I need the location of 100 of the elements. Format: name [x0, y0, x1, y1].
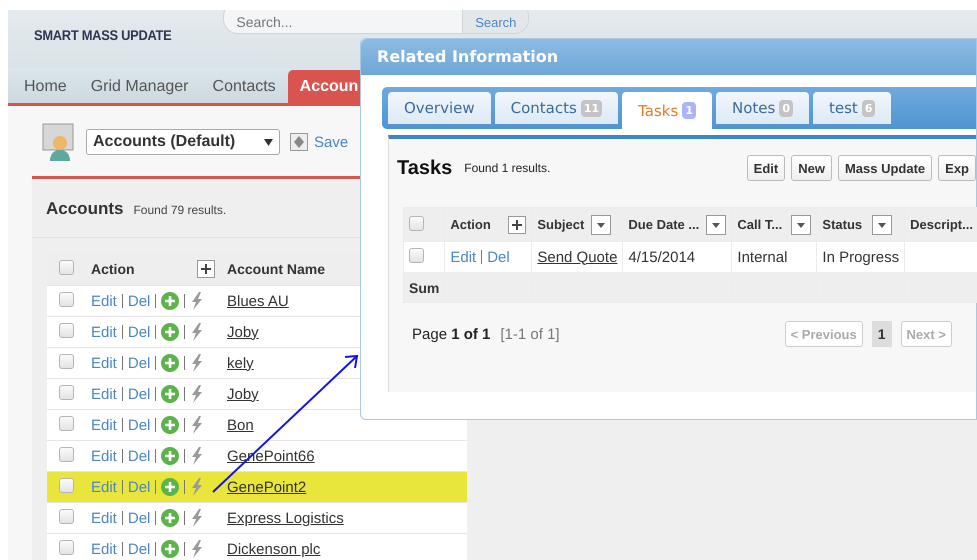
- add-icon[interactable]: [161, 509, 180, 527]
- nav-tab[interactable]: Contacts: [200, 70, 288, 103]
- checkbox[interactable]: [58, 322, 74, 338]
- lightning-icon[interactable]: [190, 478, 202, 496]
- edit-link[interactable]: Edit: [91, 448, 117, 464]
- tab[interactable]: test 6: [812, 92, 892, 124]
- table-row[interactable]: Edit Del Express Logistics: [47, 502, 467, 534]
- checkbox[interactable]: [58, 446, 74, 462]
- table-row[interactable]: Edit Del GenePoint2: [47, 472, 467, 502]
- lightning-icon[interactable]: [190, 509, 202, 527]
- lightning-icon[interactable]: [190, 416, 202, 434]
- column-header: Call T...: [737, 217, 782, 232]
- delete-link[interactable]: Del: [128, 416, 150, 434]
- dropdown-icon[interactable]: [791, 214, 812, 234]
- add-icon[interactable]: [161, 416, 180, 434]
- dropdown-icon[interactable]: [872, 214, 892, 234]
- checkbox[interactable]: [58, 384, 74, 400]
- edit-link[interactable]: Edit: [91, 324, 117, 340]
- toolbar-button[interactable]: Mass Update: [838, 155, 932, 181]
- column-header: Action: [450, 217, 491, 232]
- list-view-dropdown[interactable]: Accounts (Default): [86, 129, 280, 155]
- edit-link[interactable]: Edit: [91, 540, 117, 558]
- add-icon[interactable]: [161, 292, 180, 310]
- lightning-icon[interactable]: [190, 292, 202, 310]
- add-icon[interactable]: [161, 478, 180, 496]
- column-header: Due Date ...: [628, 217, 700, 232]
- delete-link[interactable]: Del: [128, 448, 150, 464]
- result-count: Found 79 results.: [133, 203, 226, 217]
- column-header: Descript...: [910, 217, 973, 232]
- lightning-icon[interactable]: [190, 385, 202, 403]
- panel-title: Accounts: [46, 199, 124, 219]
- count-badge: 6: [862, 100, 876, 116]
- lightning-icon[interactable]: [190, 447, 202, 465]
- search-field[interactable]: Search... Search: [223, 10, 530, 34]
- checkbox[interactable]: [58, 354, 74, 368]
- account-link[interactable]: Dickenson plc: [221, 534, 467, 560]
- lightning-icon[interactable]: [190, 540, 202, 558]
- column-header: Subject: [537, 217, 584, 232]
- add-icon[interactable]: [161, 447, 180, 465]
- app-subtitle: SMART MASS UPDATE: [34, 27, 172, 43]
- dropdown-icon[interactable]: [706, 214, 726, 234]
- sum-label: Sum: [404, 272, 445, 302]
- edit-link[interactable]: Edit: [91, 292, 117, 310]
- checkbox[interactable]: [58, 260, 74, 274]
- column-header: Action: [91, 260, 135, 276]
- current-page[interactable]: 1: [872, 321, 892, 347]
- tab[interactable]: Notes 0: [716, 92, 809, 124]
- add-icon[interactable]: [161, 354, 180, 372]
- checkbox[interactable]: [409, 216, 424, 230]
- count-badge: 1: [682, 102, 696, 119]
- toolbar-button[interactable]: New: [791, 155, 832, 181]
- caret-icon: [264, 138, 273, 146]
- checkbox[interactable]: [409, 248, 424, 262]
- checkbox[interactable]: [58, 508, 74, 524]
- delete-link[interactable]: Del: [128, 510, 150, 526]
- add-column-icon[interactable]: [508, 216, 526, 234]
- checkbox[interactable]: [58, 292, 74, 306]
- delete-link[interactable]: Del: [128, 386, 150, 402]
- add-icon[interactable]: [161, 385, 180, 403]
- search-button[interactable]: Search: [462, 10, 528, 33]
- nav-tab[interactable]: Home: [12, 70, 79, 103]
- nav-tab[interactable]: Grid Manager: [78, 70, 201, 103]
- checkbox[interactable]: [58, 540, 74, 554]
- edit-link[interactable]: Edit: [91, 478, 117, 496]
- table-row[interactable]: Edit Del Dickenson plc: [47, 534, 467, 560]
- checkbox[interactable]: [58, 416, 74, 430]
- toolbar-button[interactable]: Exp: [938, 155, 976, 181]
- delete-link[interactable]: Del: [128, 292, 150, 310]
- tab[interactable]: Overview: [388, 92, 491, 124]
- dropdown-icon[interactable]: [591, 214, 612, 234]
- edit-link[interactable]: Edit: [91, 510, 117, 526]
- delete-link[interactable]: Del: [128, 324, 150, 340]
- count-badge: 0: [779, 100, 793, 116]
- edit-link[interactable]: Edit: [91, 416, 117, 434]
- delete-link[interactable]: Del: [128, 540, 150, 558]
- dialog-title: Related Information: [361, 39, 976, 75]
- add-icon[interactable]: [161, 323, 180, 341]
- account-link[interactable]: GenePoint2: [221, 472, 467, 502]
- delete-link[interactable]: Del: [128, 354, 150, 372]
- user-avatar-icon: [42, 123, 76, 161]
- save-button[interactable]: Save: [290, 133, 348, 151]
- add-column-icon[interactable]: [197, 260, 215, 278]
- result-count: Found 1 results.: [464, 161, 550, 175]
- save-icon: [290, 133, 308, 151]
- record-range: [1-1 of 1]: [500, 326, 560, 342]
- edit-link[interactable]: Edit: [91, 386, 117, 402]
- column-header: Status: [822, 217, 862, 232]
- edit-link[interactable]: Edit: [91, 354, 117, 372]
- tab[interactable]: Tasks 1: [622, 92, 712, 129]
- count-badge: 11: [580, 100, 602, 116]
- toolbar-button[interactable]: Edit: [746, 155, 786, 181]
- delete-link[interactable]: Del: [487, 248, 510, 266]
- lightning-icon[interactable]: [190, 354, 202, 372]
- delete-link[interactable]: Del: [128, 478, 150, 496]
- lightning-icon[interactable]: [190, 323, 202, 341]
- tab[interactable]: Contacts 11: [494, 92, 618, 124]
- panel-title: Tasks: [397, 156, 452, 180]
- checkbox[interactable]: [58, 478, 74, 492]
- account-link[interactable]: Express Logistics: [221, 502, 467, 534]
- add-icon[interactable]: [161, 540, 180, 558]
